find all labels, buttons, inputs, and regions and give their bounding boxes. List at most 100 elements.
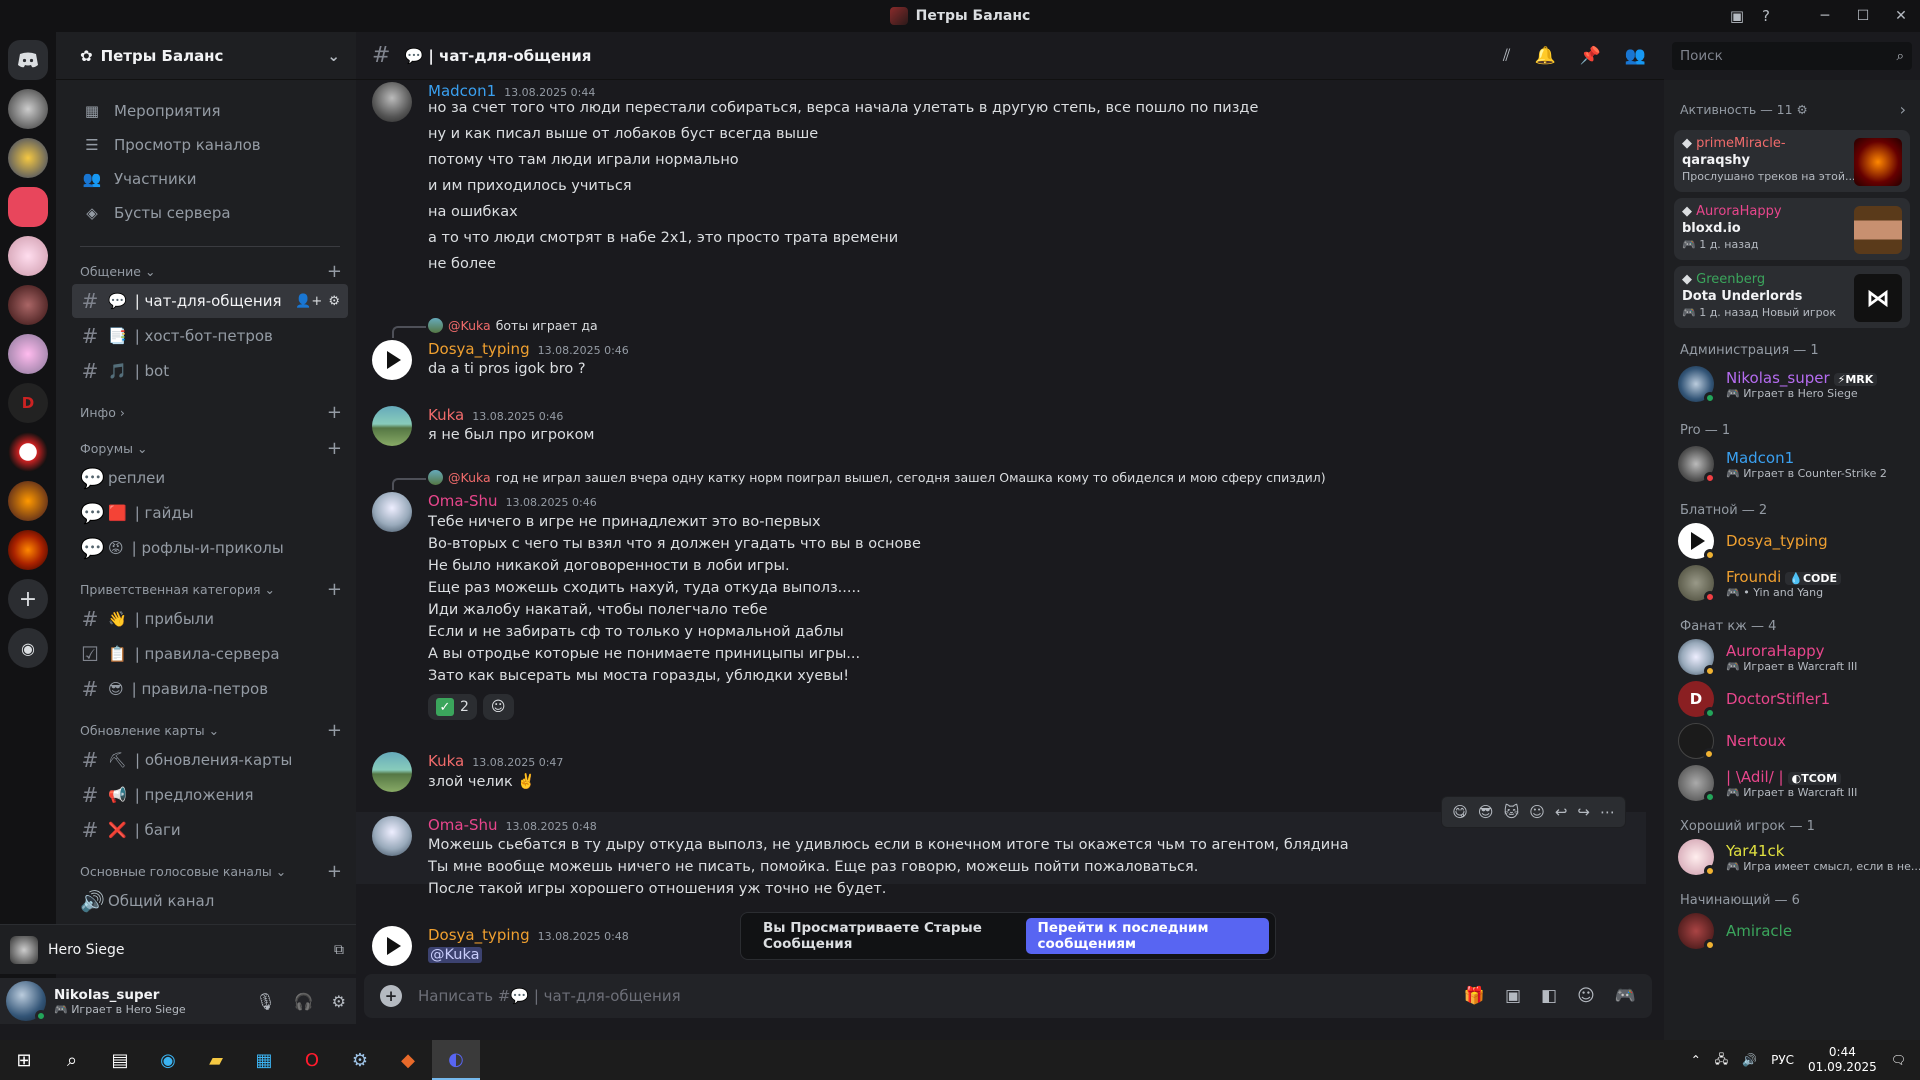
- member-item[interactable]: D DoctorStifler1: [1664, 678, 1920, 720]
- category-header[interactable]: Основные голосовые каналы ⌄ +: [56, 859, 356, 883]
- member-list-icon[interactable]: 👥: [1625, 46, 1646, 66]
- channel-bot[interactable]: # 🎵 | bot: [72, 354, 348, 388]
- server-icon[interactable]: D: [8, 383, 48, 423]
- server-icon[interactable]: [8, 236, 48, 276]
- steam-icon[interactable]: ⚙: [336, 1040, 384, 1080]
- activity-panel[interactable]: Hero Siege ⧉: [0, 924, 356, 974]
- member-item[interactable]: Nikolas_super ⚡MRK 🎮 Играет в Hero Siege: [1664, 360, 1920, 408]
- message-author[interactable]: Dosya_typing: [428, 340, 530, 358]
- server-icon[interactable]: [8, 481, 48, 521]
- activity-icon[interactable]: 🎮: [1615, 986, 1636, 1006]
- category-header[interactable]: Обновление карты ⌄ +: [56, 718, 356, 742]
- reply-preview[interactable]: @Kuka боты играет да: [428, 318, 598, 333]
- start-button[interactable]: ⊞: [0, 1040, 48, 1080]
- message-author[interactable]: Madcon1: [428, 82, 496, 100]
- server-icon[interactable]: [8, 432, 48, 472]
- reaction-icon[interactable]: 🐱: [1504, 803, 1520, 821]
- channel-memes[interactable]: 💬 😡 | рофлы-и-приколы: [72, 531, 348, 565]
- maximize-button[interactable]: ☐: [1844, 8, 1882, 24]
- microphone-icon[interactable]: 🎙: [255, 992, 275, 1011]
- search-icon[interactable]: ⌕: [48, 1040, 96, 1080]
- member-item[interactable]: AuroraHappy 🎮 Играет в Warcraft III: [1664, 636, 1920, 678]
- add-channel-icon[interactable]: +: [327, 261, 342, 282]
- member-item[interactable]: Nertoux: [1664, 720, 1920, 762]
- server-icon[interactable]: [8, 334, 48, 374]
- message-author[interactable]: Dosya_typing: [428, 926, 530, 944]
- avatar[interactable]: [372, 816, 412, 856]
- member-item[interactable]: Madcon1 🎮 Играет в Counter-Strike 2: [1664, 440, 1920, 488]
- attach-icon[interactable]: +: [380, 985, 402, 1007]
- message-input[interactable]: + Написать #💬 | чат-для-общения 🎁 ▣ ◧ ☺ …: [364, 974, 1652, 1018]
- add-reaction-icon[interactable]: ☺: [1529, 803, 1545, 821]
- task-view-icon[interactable]: ▤: [96, 1040, 144, 1080]
- nav-browse-channels[interactable]: ☰ Просмотр каналов: [56, 128, 356, 162]
- avatar[interactable]: [372, 340, 412, 380]
- gif-icon[interactable]: ▣: [1505, 986, 1521, 1006]
- message-author[interactable]: Oma-Shu: [428, 492, 498, 510]
- volume-icon[interactable]: 🔊: [1742, 1053, 1757, 1067]
- chevron-up-icon[interactable]: ⌃: [1691, 1053, 1701, 1067]
- add-channel-icon[interactable]: +: [327, 438, 342, 459]
- nav-boosts[interactable]: ◈ Бусты сервера: [56, 196, 356, 230]
- clock[interactable]: 0:44 01.09.2025: [1808, 1045, 1877, 1075]
- message[interactable]: Kuka 13.08.2025 0:46 я не был про игроком: [356, 406, 1646, 456]
- nav-members[interactable]: 👥 Участники: [56, 162, 356, 196]
- category-header[interactable]: Инфо › +: [56, 400, 356, 424]
- channel-server-rules[interactable]: ☑ 📋 | правила-сервера: [72, 637, 348, 671]
- channel-petrov-rules[interactable]: # 😎 | правила-петров: [72, 672, 348, 706]
- message-author[interactable]: Kuka: [428, 406, 464, 424]
- category-header[interactable]: Форумы ⌄ +: [56, 436, 356, 460]
- emoji-icon[interactable]: ☺: [1577, 986, 1595, 1006]
- store-icon[interactable]: ▦: [240, 1040, 288, 1080]
- threads-icon[interactable]: ⫽: [1503, 46, 1511, 66]
- edge-icon[interactable]: ◉: [144, 1040, 192, 1080]
- avatar[interactable]: [6, 981, 47, 1022]
- minimize-button[interactable]: ─: [1806, 8, 1844, 24]
- channel-map-updates[interactable]: # ⛏ | обновления-карты: [72, 743, 348, 777]
- gear-icon[interactable]: ⚙: [332, 992, 346, 1011]
- server-icon[interactable]: [8, 285, 48, 325]
- close-button[interactable]: ✕: [1882, 8, 1920, 24]
- reaction-icon[interactable]: 😋: [1452, 803, 1468, 821]
- gift-icon[interactable]: 🎁: [1464, 986, 1485, 1006]
- search-input[interactable]: Поиск ⌕: [1672, 42, 1912, 70]
- channel-guides[interactable]: 💬 🟥 | гайды: [72, 496, 348, 530]
- server-icon[interactable]: [8, 138, 48, 178]
- add-server-icon[interactable]: +: [8, 579, 48, 619]
- avatar[interactable]: [372, 926, 412, 966]
- channel-voice-general[interactable]: 🔊 Общий канал: [72, 884, 348, 918]
- chevron-right-icon[interactable]: ›: [1900, 100, 1906, 119]
- server-icon[interactable]: [8, 187, 48, 227]
- server-icon[interactable]: [8, 530, 48, 570]
- activity-card[interactable]: ◆ AuroraHappy bloxd.io 🎮 1 д. назад: [1674, 198, 1910, 260]
- discord-home-icon[interactable]: [8, 40, 48, 80]
- forward-icon[interactable]: ↪: [1577, 803, 1590, 821]
- message-author[interactable]: Kuka: [428, 752, 464, 770]
- jump-to-present-button[interactable]: Перейти к последним сообщениям: [1025, 918, 1269, 954]
- inbox-icon[interactable]: ▣: [1730, 7, 1744, 25]
- add-channel-icon[interactable]: +: [327, 720, 342, 741]
- reply-preview[interactable]: @Kuka год не играл зашел вчера одну катку…: [428, 470, 1326, 485]
- add-channel-icon[interactable]: +: [327, 579, 342, 600]
- help-icon[interactable]: ?: [1762, 7, 1770, 25]
- reaction-check[interactable]: ✓ 2: [428, 694, 477, 720]
- message[interactable]: 😋 😎 🐱 ☺ ↩ ↪ ⋯ Oma-Shu 13.08.2025 0:48 Мож…: [356, 796, 1646, 897]
- channel-arrivals[interactable]: # 👋 | прибыли: [72, 602, 348, 636]
- message[interactable]: @Kuka год не играл зашел вчера одну катку…: [356, 470, 1646, 800]
- channel-suggestions[interactable]: # 📢 | предложения: [72, 778, 348, 812]
- channel-bugs[interactable]: # ❌ | баги: [72, 813, 348, 847]
- sticker-icon[interactable]: ◧: [1541, 986, 1557, 1006]
- category-header[interactable]: Приветственная категория ⌄ +: [56, 577, 356, 601]
- add-channel-icon[interactable]: +: [327, 861, 342, 882]
- reaction-icon[interactable]: 😎: [1478, 803, 1494, 821]
- screen-share-icon[interactable]: ⧉: [334, 942, 344, 958]
- message-author[interactable]: Oma-Shu: [428, 816, 498, 834]
- activity-card[interactable]: ◆ primeMiracle- qaraqshy Прослушано трек…: [1674, 130, 1910, 192]
- user-mention[interactable]: @Kuka: [428, 947, 482, 963]
- notification-icon[interactable]: 🗨: [1891, 1053, 1906, 1067]
- message[interactable]: Kuka 13.08.2025 0:47 злой челик ✌️: [356, 752, 1646, 802]
- member-item[interactable]: | \Adil/ | ◐TCOM 🎮 Играет в Warcraft III: [1664, 762, 1920, 804]
- bell-icon[interactable]: 🔔: [1534, 46, 1555, 66]
- more-icon[interactable]: ⋯: [1600, 803, 1615, 821]
- activity-card[interactable]: ◆ Greenberg Dota Underlords 🎮 1 д. назад…: [1674, 266, 1910, 328]
